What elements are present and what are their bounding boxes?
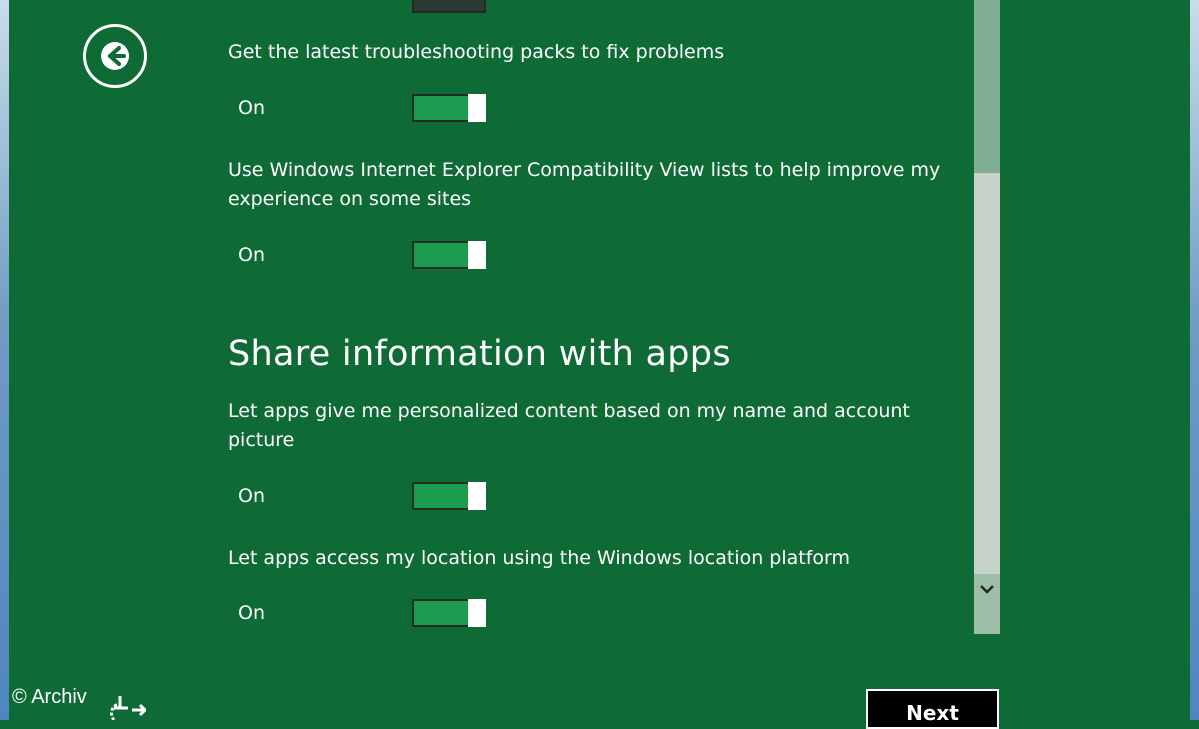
scroll-down-button[interactable] (974, 574, 1000, 604)
setting-label-personalized-content: Let apps give me personalized content ba… (228, 400, 910, 451)
toggle-thumb (468, 482, 486, 510)
toggle-thumb (468, 599, 486, 627)
setting-state-location: On (238, 602, 265, 624)
setting-label-compatibility-view: Use Windows Internet Explorer Compatibil… (228, 159, 941, 210)
toggle-location[interactable] (412, 599, 486, 627)
vertical-scrollbar[interactable] (974, 0, 1000, 634)
toggle-compatibility-view[interactable] (412, 241, 486, 269)
setting-label-troubleshooting: Get the latest troubleshooting packs to … (228, 41, 725, 63)
setting-state-troubleshooting: On (238, 97, 265, 119)
toggle-thumb (468, 94, 486, 122)
next-button[interactable]: Next (866, 689, 999, 729)
toggle-troubleshooting[interactable] (412, 94, 486, 122)
toggle-thumb (468, 241, 486, 269)
watermark: © Archiv (12, 686, 87, 708)
chevron-down-icon (980, 585, 994, 594)
ease-of-access-icon[interactable] (106, 694, 146, 720)
back-button[interactable] (83, 24, 147, 88)
setting-state-compatibility-view: On (238, 244, 265, 266)
window-edge-right (1190, 0, 1199, 720)
window-edge-left (0, 0, 9, 720)
setting-state-personalized-content: On (238, 485, 265, 507)
scrollbar-thumb[interactable] (974, 0, 1000, 173)
section-heading: Share information with apps (228, 334, 731, 374)
back-arrow-icon (101, 42, 129, 70)
toggle-personalized-content[interactable] (412, 482, 486, 510)
toggle-previous-setting[interactable] (412, 0, 486, 13)
setting-label-location: Let apps access my location using the Wi… (228, 547, 851, 569)
